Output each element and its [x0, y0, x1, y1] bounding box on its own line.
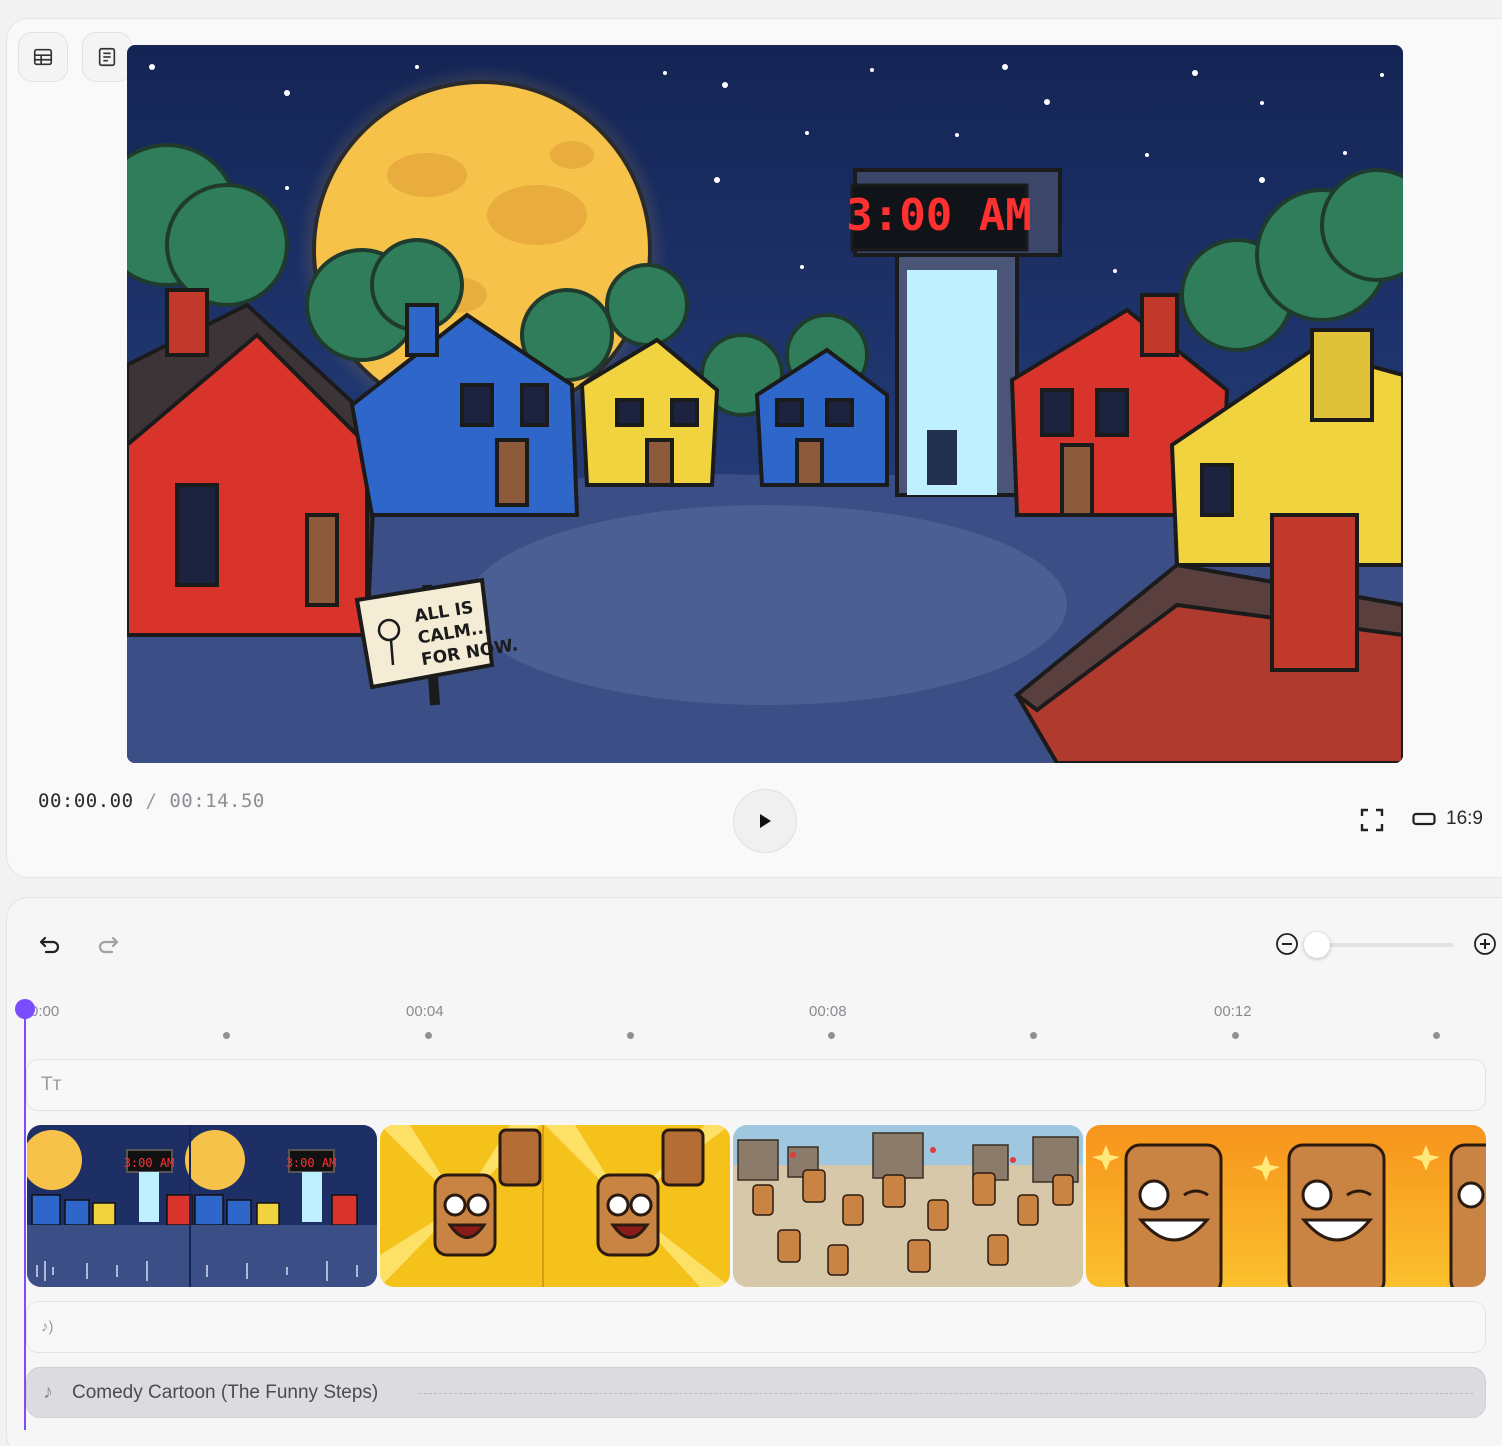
total-time: 00:14.50	[169, 790, 265, 812]
aspect-ratio-icon	[1412, 812, 1436, 826]
aspect-ratio-button[interactable]: 16:9	[1412, 808, 1483, 830]
zoom-in-button[interactable]	[1472, 931, 1498, 957]
log-crowd-thumbnail	[733, 1125, 1083, 1287]
clip-caption-2: 3:00 AM	[286, 1156, 337, 1170]
music-note-icon: ♪	[43, 1381, 53, 1403]
zoom-out-icon	[1276, 933, 1298, 955]
aspect-ratio-label: 16:9	[1446, 808, 1483, 829]
ruler-tick	[627, 1032, 634, 1039]
redo-button[interactable]	[95, 931, 121, 957]
zoom-slider-track[interactable]	[1310, 943, 1454, 947]
text-track-icon: Tт	[41, 1074, 62, 1095]
zoom-out-button[interactable]	[1274, 931, 1300, 957]
log-hammer-clip[interactable]	[380, 1125, 730, 1287]
log-hammer-thumbnail	[380, 1125, 730, 1287]
document-lines-icon	[98, 47, 116, 67]
time-separator: /	[133, 790, 170, 812]
log-crowd-clip[interactable]	[733, 1125, 1083, 1287]
playhead-line[interactable]	[24, 1010, 26, 1430]
zoom-slider-thumb[interactable]	[1304, 932, 1331, 958]
playhead-handle[interactable]	[15, 999, 35, 1020]
ruler-label-4: 00:04	[406, 1003, 444, 1020]
night-village-scene: 3:00 AM ALL IS CALM... FOR NOW.	[127, 45, 1403, 763]
ruler-tick	[1433, 1032, 1440, 1039]
ruler-tick	[425, 1032, 432, 1039]
music-track[interactable]: ♪ Comedy Cartoon (The Funny Steps)	[26, 1367, 1486, 1418]
undo-icon	[39, 936, 60, 954]
table-layout-icon	[33, 48, 53, 66]
log-celebration-thumbnail	[1086, 1125, 1486, 1287]
redo-icon	[98, 936, 119, 954]
ruler-tick	[828, 1032, 835, 1039]
ruler-tick	[223, 1032, 230, 1039]
scene-clock-text: 3:00 AM	[846, 190, 1031, 241]
ruler-tick	[1030, 1032, 1037, 1039]
play-icon	[760, 814, 771, 828]
fullscreen-icon	[1360, 808, 1384, 832]
fullscreen-button[interactable]	[1358, 806, 1386, 834]
undo-button[interactable]	[37, 931, 63, 957]
voiceover-track[interactable]: ♪)	[26, 1301, 1486, 1353]
ruler-label-12: 00:12	[1214, 1003, 1252, 1020]
music-waveform-line	[419, 1393, 1473, 1394]
night-village-clip[interactable]: 3:00 AM 3:00 AM	[27, 1125, 377, 1287]
script-view-button[interactable]	[82, 32, 132, 82]
ruler-tick	[1232, 1032, 1239, 1039]
night-village-thumbnail: 3:00 AM 3:00 AM	[27, 1125, 377, 1287]
play-button[interactable]	[733, 789, 797, 853]
timecode: 00:00.00 / 00:14.50	[38, 790, 265, 812]
zoom-in-icon	[1474, 933, 1496, 955]
ruler-label-8: 00:08	[809, 1003, 847, 1020]
video-preview[interactable]: 3:00 AM ALL IS CALM... FOR NOW.	[127, 45, 1403, 763]
grid-view-button[interactable]	[18, 32, 68, 82]
current-time: 00:00.00	[38, 790, 134, 812]
music-title: Comedy Cartoon (The Funny Steps)	[72, 1382, 379, 1403]
log-celebration-clip[interactable]	[1086, 1125, 1486, 1287]
text-track[interactable]: Tт	[26, 1059, 1486, 1111]
clip-caption-1: 3:00 AM	[124, 1156, 175, 1170]
voice-track-icon: ♪)	[41, 1318, 54, 1336]
